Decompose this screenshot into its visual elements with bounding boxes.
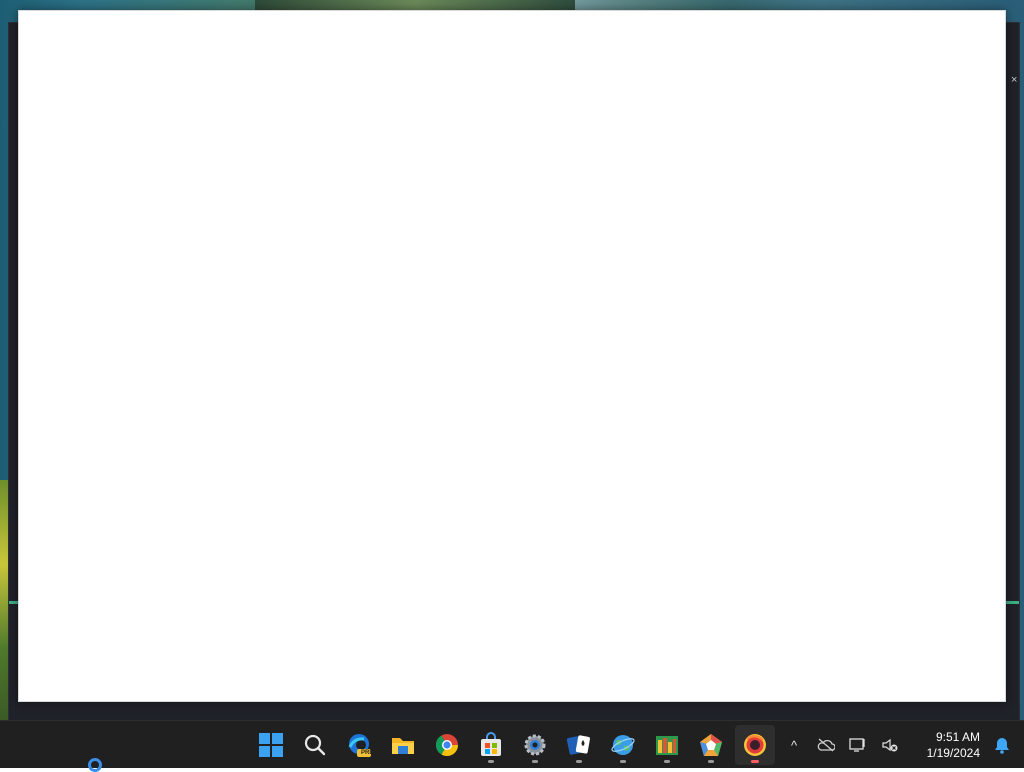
- search-icon: [304, 734, 326, 756]
- notification-bell-icon[interactable]: [988, 731, 1016, 759]
- windows-logo-icon: [259, 733, 283, 757]
- search-button[interactable]: [295, 725, 335, 765]
- running-indicator: [708, 760, 714, 763]
- taskbar-file-explorer[interactable]: [383, 725, 423, 765]
- blank-white-window[interactable]: [18, 10, 1006, 702]
- taskbar-clock[interactable]: 9:51 AM 1/19/2024: [914, 729, 980, 761]
- gem-icon: [700, 734, 722, 756]
- running-indicator: [620, 760, 626, 763]
- taskbar-globe-browser[interactable]: [603, 725, 643, 765]
- chrome-icon: [436, 734, 458, 756]
- clock-date: 1/19/2024: [926, 746, 980, 760]
- solitaire-cards-icon: [566, 735, 590, 755]
- clock-time: 9:51 AM: [935, 730, 980, 744]
- taskbar-gem-app[interactable]: [691, 725, 731, 765]
- taskbar-edge-preview[interactable]: PRE: [339, 725, 379, 765]
- onedrive-offline-icon[interactable]: [812, 731, 840, 759]
- globe-icon: [611, 735, 635, 755]
- store-icon: [481, 732, 501, 756]
- settings-gear-icon: [524, 734, 546, 756]
- desktop-blue-ring-icon: [88, 758, 102, 772]
- taskbar-solitaire[interactable]: [559, 725, 599, 765]
- taskbar-chrome[interactable]: [427, 725, 467, 765]
- volume-muted-icon[interactable]: [876, 731, 904, 759]
- taskbar: PRE ^ 9:51 AM 1/19/2024: [0, 720, 1024, 768]
- folder-icon: [392, 738, 414, 754]
- running-indicator: [488, 760, 494, 763]
- taskbar-colorful-app[interactable]: [647, 725, 687, 765]
- running-indicator: [664, 760, 670, 763]
- taskbar-microsoft-store[interactable]: [471, 725, 511, 765]
- taskbar-settings[interactable]: [515, 725, 555, 765]
- start-button[interactable]: [251, 725, 291, 765]
- show-hidden-icons-chevron-icon[interactable]: ^: [780, 731, 808, 759]
- running-indicator: [576, 760, 582, 763]
- edge-preview-badge: PRE: [361, 750, 374, 756]
- active-indicator: [751, 760, 759, 763]
- system-tray: ^ 9:51 AM 1/19/2024: [778, 721, 1024, 769]
- taskbar-apps: PRE: [249, 721, 777, 769]
- running-indicator: [532, 760, 538, 763]
- colorful-tiles-icon: [656, 736, 678, 755]
- taskbar-active-browser[interactable]: [735, 725, 775, 765]
- back-window-close-icon[interactable]: ×: [1011, 73, 1019, 87]
- red-browser-icon: [744, 734, 766, 756]
- network-icon[interactable]: [844, 731, 872, 759]
